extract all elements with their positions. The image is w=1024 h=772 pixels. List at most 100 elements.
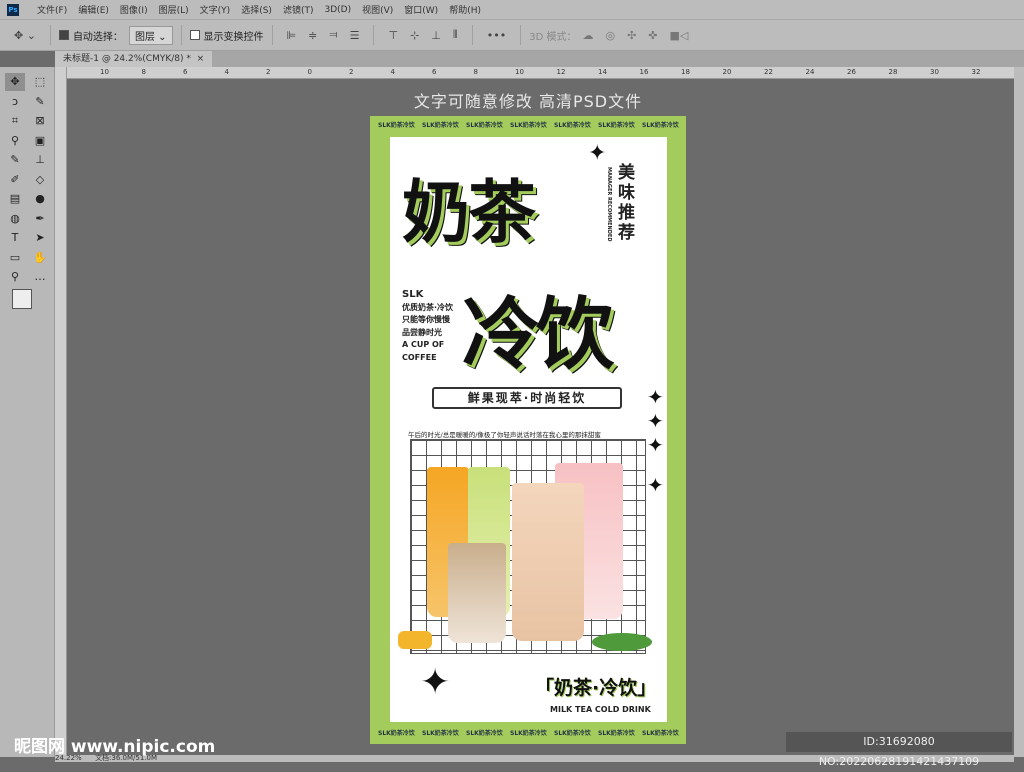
- watermark-site: 昵图网 www.nipic.com: [14, 737, 216, 757]
- border-pattern: SLK奶茶冷饮: [378, 730, 415, 737]
- foreground-color-swatch[interactable]: [12, 289, 32, 309]
- border-pattern: SLK奶茶冷饮: [598, 122, 635, 129]
- align-center-icon[interactable]: ≑: [308, 29, 317, 42]
- stamp-tool-icon[interactable]: ⊥: [30, 151, 50, 169]
- menu-bar: Ps 文件(F) 编辑(E) 图像(I) 图层(L) 文字(Y) 选择(S) 滤镜(T) 3D…: [0, 0, 1024, 19]
- eraser-tool-icon[interactable]: ◇: [30, 171, 50, 189]
- vertical-ruler: [55, 67, 67, 757]
- healing-tool-icon[interactable]: ▣: [30, 132, 50, 150]
- ruler-tick-label: 20: [722, 68, 732, 76]
- ruler-tick-label: 14: [598, 68, 607, 76]
- bottom-english: MILK TEA COLD DRINK: [550, 705, 651, 714]
- type-tool-icon[interactable]: T: [5, 229, 25, 247]
- marquee-tool-icon[interactable]: ⬚: [30, 73, 50, 91]
- close-tab-button[interactable]: ×: [197, 54, 205, 64]
- eyedropper-tool-icon[interactable]: ⚲: [5, 132, 25, 150]
- ruler-tick-label: 2: [266, 68, 271, 76]
- move-tool-icon[interactable]: ✥ ⌄: [14, 29, 36, 42]
- ruler-tick-label: 28: [888, 68, 898, 76]
- 3d-pan-icon[interactable]: ✣: [627, 29, 636, 42]
- dodge-tool-icon[interactable]: ◍: [5, 210, 25, 228]
- more-tools-icon[interactable]: …: [30, 268, 50, 286]
- zoom-tool-icon[interactable]: ⚲: [5, 268, 25, 286]
- border-pattern: SLK奶茶冷饮: [466, 730, 503, 737]
- auto-select-checkbox[interactable]: [58, 30, 69, 40]
- align-bottom-icon[interactable]: ⊥: [431, 29, 441, 42]
- bottom-title: 「奶茶·冷饮」: [535, 677, 657, 699]
- intro-line: COFFEE: [402, 352, 437, 362]
- align-top-icon[interactable]: ⊤: [388, 29, 398, 42]
- ruler-tick-label: 2: [349, 68, 354, 76]
- 3d-orbit-icon[interactable]: ☁: [582, 29, 593, 42]
- intro-line: 只能等你慢慢: [402, 315, 450, 324]
- title-cold-drink: 冷饮: [462, 290, 614, 380]
- auto-select-label: 自动选择：: [72, 31, 123, 43]
- intro-line: 优质奶茶·冷饮: [402, 302, 454, 312]
- menu-item[interactable]: 图层(L): [159, 3, 189, 16]
- leaf-image: [592, 633, 652, 651]
- intro-line: A CUP OF: [402, 340, 445, 349]
- blur-tool-icon[interactable]: ●: [30, 190, 50, 208]
- document-tab[interactable]: 未标题-1 @ 24.2%(CMYK/8) * ×: [55, 51, 213, 67]
- watermark-id: ID:31692080 NO:20220628191421437109: [786, 732, 1012, 768]
- border-pattern: SLK奶茶冷饮: [422, 730, 459, 737]
- ruler-tick-label: 12: [556, 68, 566, 76]
- align-right-icon[interactable]: ⫤: [329, 28, 337, 42]
- crop-tool-icon[interactable]: ⌗: [5, 112, 25, 130]
- border-pattern: SLK奶茶冷饮: [642, 730, 679, 737]
- distribute-vertical-icon[interactable]: ⦀: [453, 28, 458, 42]
- border-pattern: SLK奶茶冷饮: [642, 122, 679, 129]
- menu-item[interactable]: 视图(V): [362, 3, 393, 16]
- horizontal-ruler: 10 8 6 4 2 0 2 4 6 8 10 12 14 16 18 20 22 24 26 28 30 32: [67, 67, 1014, 79]
- border-pattern: SLK奶茶冷饮: [422, 122, 459, 129]
- 3d-camera-icon[interactable]: ■◁: [670, 29, 689, 42]
- ruler-tick-label: 22: [764, 68, 773, 76]
- ruler-tick-label: 6: [432, 68, 437, 76]
- tagline: 午后的时光/总是暖暖的/像极了你轻声说话时落在我心里的那抹甜蜜: [408, 431, 601, 439]
- menu-item[interactable]: 图像(I): [120, 3, 148, 16]
- ruler-tick-label: 30: [930, 68, 939, 76]
- pen-tool-icon[interactable]: ✒: [30, 210, 50, 228]
- show-transform-label: 显示变换控件: [203, 31, 264, 43]
- menu-item[interactable]: 窗口(W): [404, 3, 438, 16]
- slogan-banner: 鲜果现萃·时尚轻饮: [432, 387, 622, 409]
- lasso-tool-icon[interactable]: ↄ: [5, 93, 25, 111]
- menu-item[interactable]: 文件(F): [37, 3, 67, 16]
- small-milk-tea-image: [448, 543, 506, 643]
- poster: 奶茶 美味推荐 MANAGER RECOMMENDED ✦ 冷饮 SLK 优质奶茶…: [370, 116, 686, 744]
- frame-tool-icon[interactable]: ⊠: [30, 112, 50, 130]
- ruler-tick-label: 10: [515, 68, 524, 76]
- distribute-icon[interactable]: ☰: [350, 29, 360, 42]
- 3d-slide-icon[interactable]: ✜: [648, 29, 657, 42]
- 3d-mode-label: 3D 模式：: [529, 31, 577, 43]
- align-middle-icon[interactable]: ⊹: [410, 29, 419, 42]
- side-english: MANAGER RECOMMENDED: [606, 167, 612, 242]
- more-options-button[interactable]: •••: [487, 29, 506, 42]
- layer-select-dropdown[interactable]: 图层 ⌄: [128, 25, 173, 45]
- brush-tool-icon[interactable]: ✎: [5, 151, 25, 169]
- ruler-tick-label: 4: [390, 68, 395, 76]
- hand-tool-icon[interactable]: ✋: [30, 249, 50, 267]
- move-tool-icon[interactable]: ✥: [5, 73, 25, 91]
- menu-item[interactable]: 选择(S): [241, 3, 272, 16]
- canvas-hint-text: 文字可随意修改 高清PSD文件: [413, 92, 643, 111]
- 3d-roll-icon[interactable]: ◎: [605, 29, 615, 42]
- vertical-scrollbar[interactable]: [1014, 67, 1024, 757]
- sparkle-icon: ✦: [588, 141, 607, 166]
- align-left-icon[interactable]: ⊫: [287, 29, 297, 42]
- ruler-tick-label: 24: [805, 68, 815, 76]
- path-select-tool-icon[interactable]: ➤: [30, 229, 50, 247]
- menu-item[interactable]: 文字(Y): [200, 3, 231, 16]
- menu-item[interactable]: 帮助(H): [449, 3, 481, 16]
- menu-item[interactable]: 3D(D): [324, 5, 351, 15]
- menu-item[interactable]: 编辑(E): [78, 3, 109, 16]
- side-title: 美味推荐: [618, 163, 635, 243]
- menu-item[interactable]: 滤镜(T): [283, 3, 314, 16]
- show-transform-checkbox[interactable]: [189, 30, 200, 40]
- shape-tool-icon[interactable]: ▭: [5, 249, 25, 267]
- history-brush-tool-icon[interactable]: ✐: [5, 171, 25, 189]
- quick-select-tool-icon[interactable]: ✎: [30, 93, 50, 111]
- ruler-tick-label: 16: [639, 68, 649, 76]
- mango-image: [398, 631, 432, 649]
- gradient-tool-icon[interactable]: ▤: [5, 190, 25, 208]
